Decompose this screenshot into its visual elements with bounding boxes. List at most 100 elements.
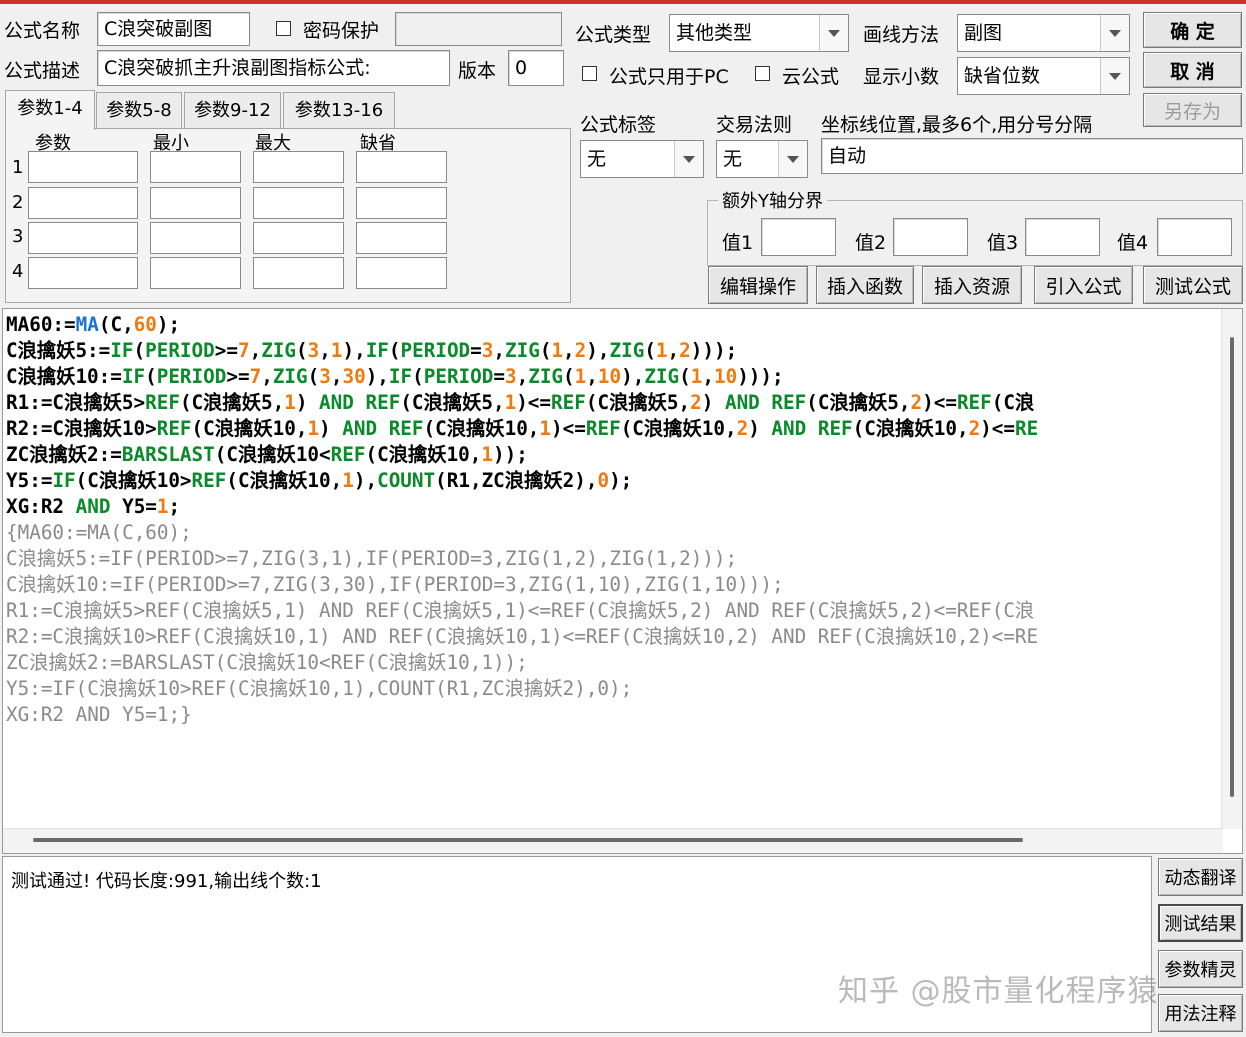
- chevron-down-icon[interactable]: [1100, 15, 1129, 51]
- code-token: (C浪擒妖10>: [75, 469, 192, 492]
- code-token: C: [110, 313, 123, 336]
- code-token: (: [307, 365, 320, 388]
- code-token: )<=: [551, 417, 586, 440]
- chevron-down-icon[interactable]: [674, 141, 703, 177]
- ok-button[interactable]: 确 定: [1143, 12, 1242, 48]
- param-max-input[interactable]: [253, 151, 344, 183]
- param-wizard-button[interactable]: 参数精灵: [1158, 950, 1243, 988]
- draw-method-select[interactable]: 副图: [957, 14, 1130, 52]
- param-name-input[interactable]: [28, 257, 138, 289]
- code-token: MA: [75, 313, 99, 336]
- comment-line: R1:=C浪擒妖5>REF(C浪擒妖5,1) AND REF(C浪擒妖5,1)<…: [6, 599, 1035, 622]
- param-min-input[interactable]: [150, 151, 241, 183]
- param-default-input[interactable]: [356, 187, 447, 219]
- param-max-input[interactable]: [253, 257, 344, 289]
- code-token: (C浪擒妖5,: [179, 391, 285, 414]
- code-editor[interactable]: MA60:=MA(C,60); C浪擒妖5:=IF(PERIOD>=7,ZIG(3…: [2, 308, 1243, 854]
- code-token: 1: [307, 417, 320, 440]
- code-token: (C浪擒妖10,: [226, 469, 343, 492]
- cancel-button[interactable]: 取 消: [1143, 52, 1242, 88]
- y-value-3-input[interactable]: [1025, 218, 1100, 256]
- code-token: ,: [516, 365, 529, 388]
- param-min-input[interactable]: [150, 257, 241, 289]
- code-token: (: [98, 313, 111, 336]
- code-token: 2: [690, 391, 702, 414]
- chevron-down-icon[interactable]: [1100, 58, 1129, 94]
- code-token: BARSLAST: [121, 443, 215, 466]
- test-result-button[interactable]: 测试结果: [1158, 904, 1243, 942]
- formula-desc-input[interactable]: C浪突破抓主升浪副图指标公式:: [97, 50, 450, 86]
- code-token: IF: [388, 365, 413, 388]
- code-token: 1: [551, 339, 564, 362]
- decimals-select[interactable]: 缺省位数: [957, 57, 1130, 95]
- param-default-input[interactable]: [356, 151, 447, 183]
- y-value-2-input[interactable]: [893, 218, 968, 256]
- test-formula-button[interactable]: 测试公式: [1143, 266, 1243, 304]
- param-max-input[interactable]: [253, 222, 344, 254]
- param-default-input[interactable]: [356, 222, 447, 254]
- code-token: 1: [330, 339, 343, 362]
- code-token: 10: [713, 365, 738, 388]
- import-formula-button[interactable]: 引入公式: [1034, 266, 1133, 304]
- param-name-input[interactable]: [28, 187, 138, 219]
- y-value-4-input[interactable]: [1157, 218, 1232, 256]
- save-as-button[interactable]: 另存为: [1143, 93, 1242, 127]
- formula-desc-label: 公式描述: [4, 60, 81, 82]
- tab-params-1-4[interactable]: 参数1-4: [5, 90, 95, 130]
- code-token: PERIOD: [156, 365, 227, 388]
- chevron-down-icon[interactable]: [778, 141, 807, 177]
- code-token: AND: [771, 417, 807, 440]
- param-row-number: 1: [12, 157, 24, 178]
- insert-resource-button[interactable]: 插入资源: [922, 266, 1022, 304]
- trade-rule-select[interactable]: 无: [716, 140, 808, 178]
- chevron-down-icon[interactable]: [819, 15, 848, 51]
- scrollbar-thumb[interactable]: [33, 838, 1023, 842]
- code-token: 1: [690, 365, 703, 388]
- param-name-input[interactable]: [28, 151, 138, 183]
- dynamic-translate-button[interactable]: 动态翻译: [1158, 858, 1243, 896]
- formula-type-label: 公式类型: [575, 24, 652, 46]
- password-input[interactable]: [395, 12, 562, 46]
- tab-params-5-8[interactable]: 参数5-8: [96, 92, 182, 128]
- y-value-1-input[interactable]: [761, 218, 836, 256]
- cloud-checkbox[interactable]: [755, 66, 770, 81]
- formula-name-input[interactable]: C浪突破副图: [97, 12, 250, 46]
- formula-name-label: 公式名称: [4, 20, 81, 42]
- param-min-input[interactable]: [150, 187, 241, 219]
- param-min-input[interactable]: [150, 222, 241, 254]
- scrollbar-thumb[interactable]: [1230, 337, 1234, 797]
- code-token: 0: [597, 469, 610, 492]
- code-token: ): [748, 417, 772, 440]
- edit-ops-button[interactable]: 编辑操作: [708, 266, 808, 304]
- formula-type-value: 其他类型: [676, 22, 753, 44]
- param-default-input[interactable]: [356, 257, 447, 289]
- code-token: IF: [365, 339, 389, 362]
- code-line: C浪擒妖10:=IF(PERIOD>=7,ZIG(3,30),IF(PERIOD…: [6, 364, 1221, 390]
- formula-type-select[interactable]: 其他类型: [669, 14, 849, 52]
- y-value-4-label: 值4: [1117, 232, 1149, 254]
- code-token: 1: [504, 391, 517, 414]
- code-token: Y5:=: [6, 469, 53, 492]
- formula-tag-select[interactable]: 无: [580, 140, 704, 178]
- comment-line: Y5:=IF(C浪擒妖10>REF(C浪擒妖10,1),COUNT(R1,ZC浪…: [6, 677, 633, 700]
- usage-notes-button[interactable]: 用法注释: [1158, 994, 1243, 1032]
- code-token: ),: [586, 339, 610, 362]
- code-token: ;: [168, 495, 181, 518]
- horizontal-scrollbar[interactable]: [3, 828, 1223, 853]
- axis-position-input[interactable]: 自动: [821, 138, 1243, 174]
- tab-params-13-16[interactable]: 参数13-16: [283, 92, 395, 128]
- tab-params-9-12[interactable]: 参数9-12: [184, 92, 281, 128]
- formula-tag-label: 公式标签: [580, 114, 657, 136]
- code-token: 1: [156, 495, 169, 518]
- param-max-input[interactable]: [253, 187, 344, 219]
- password-checkbox[interactable]: [276, 21, 291, 36]
- draw-method-label: 画线方法: [863, 24, 940, 46]
- param-name-input[interactable]: [28, 222, 138, 254]
- code-token: 1: [539, 417, 552, 440]
- pc-only-label: 公式只用于PC: [609, 66, 729, 88]
- insert-function-button[interactable]: 插入函数: [816, 266, 914, 304]
- pc-only-checkbox[interactable]: [582, 66, 597, 81]
- vertical-scrollbar[interactable]: [1221, 309, 1242, 829]
- version-input[interactable]: 0: [508, 50, 564, 86]
